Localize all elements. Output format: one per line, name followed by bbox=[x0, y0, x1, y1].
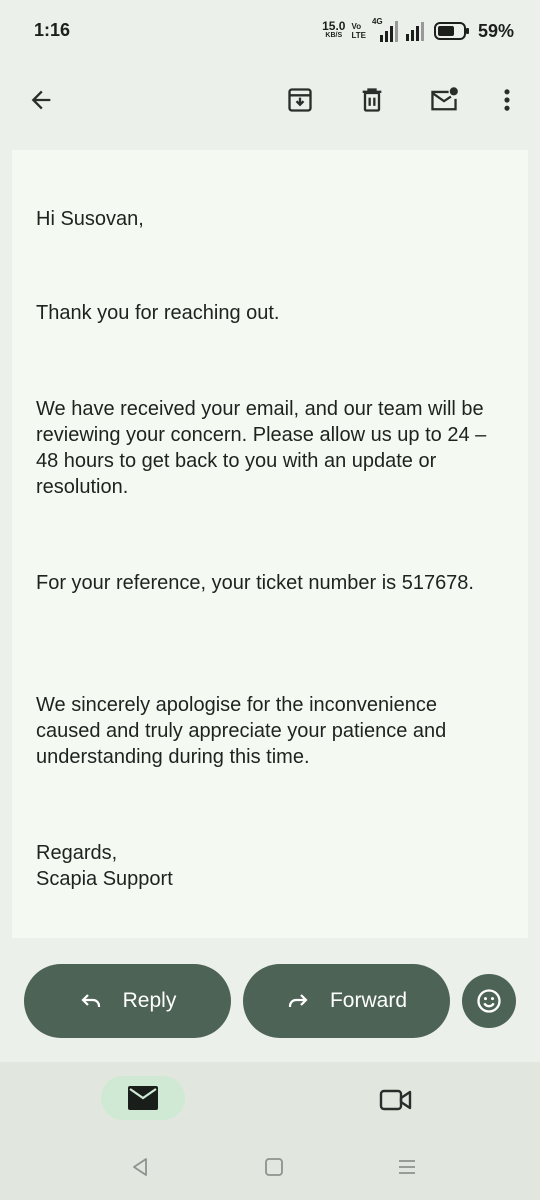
forward-label: Forward bbox=[329, 989, 408, 1012]
email-paragraph-4: We sincerely apologise for the inconveni… bbox=[36, 694, 447, 768]
more-options-button[interactable] bbox=[483, 76, 531, 124]
email-body: Hi Susovan, Thank you for reaching out. … bbox=[12, 150, 528, 938]
reply-button[interactable]: Reply bbox=[24, 964, 231, 1038]
back-arrow-icon bbox=[31, 90, 51, 110]
signal-bars-icon bbox=[405, 22, 424, 41]
archive-icon bbox=[288, 88, 312, 112]
network-speed: 15.0 KB/S bbox=[322, 19, 346, 40]
email-greeting: Hi Susovan, bbox=[36, 208, 144, 230]
menu-lines-icon bbox=[399, 1160, 415, 1174]
reply-icon bbox=[81, 994, 100, 1007]
emoji-icon bbox=[477, 989, 501, 1013]
status-bar: 1:16 15.0 KB/S Vo LTE 4G 59% bbox=[0, 0, 540, 62]
square-home-icon bbox=[265, 1158, 283, 1176]
status-time: 1:16 bbox=[34, 20, 71, 40]
signal-4g-icon: 4G bbox=[372, 17, 398, 43]
mail-icon bbox=[128, 1086, 158, 1110]
email-signature: Scapia Support bbox=[36, 868, 173, 890]
nav-mail-tab[interactable] bbox=[101, 1076, 185, 1120]
volte-indicator: Vo LTE bbox=[351, 22, 366, 40]
video-camera-icon bbox=[379, 1089, 412, 1111]
battery-icon bbox=[433, 22, 469, 40]
email-paragraph-2: We have received your email, and our tea… bbox=[36, 398, 487, 498]
forward-icon bbox=[288, 994, 308, 1007]
system-back-button[interactable] bbox=[125, 1154, 155, 1180]
app-bar bbox=[0, 62, 540, 140]
forward-button[interactable]: Forward bbox=[243, 964, 450, 1038]
nav-meet-tab[interactable] bbox=[374, 1080, 418, 1120]
back-button[interactable] bbox=[17, 76, 65, 124]
status-indicators: 15.0 KB/S Vo LTE 4G 59% bbox=[322, 17, 514, 44]
bottom-navigation bbox=[0, 1062, 540, 1200]
delete-icon bbox=[362, 88, 382, 112]
email-paragraph-3: For your reference, your ticket number i… bbox=[36, 572, 474, 594]
mark-unread-icon bbox=[431, 87, 458, 111]
volte-bottom: LTE bbox=[351, 31, 366, 40]
network-speed-unit: KB/S bbox=[325, 32, 343, 39]
reply-label: Reply bbox=[122, 989, 177, 1012]
delete-button[interactable] bbox=[348, 76, 396, 124]
email-paragraph-1: Thank you for reaching out. bbox=[36, 302, 280, 324]
emoji-reaction-button[interactable] bbox=[462, 974, 516, 1028]
email-sign-off: Regards, bbox=[36, 842, 118, 864]
system-home-button[interactable] bbox=[259, 1154, 289, 1180]
more-vert-icon bbox=[504, 89, 510, 111]
volte-top: Vo bbox=[351, 22, 362, 31]
battery-percent: 59% bbox=[477, 20, 514, 41]
mark-unread-button[interactable] bbox=[420, 76, 468, 124]
triangle-back-icon bbox=[133, 1158, 147, 1176]
network-speed-value: 15.0 bbox=[322, 19, 346, 33]
archive-button[interactable] bbox=[276, 76, 324, 124]
system-recents-button[interactable] bbox=[392, 1154, 422, 1180]
